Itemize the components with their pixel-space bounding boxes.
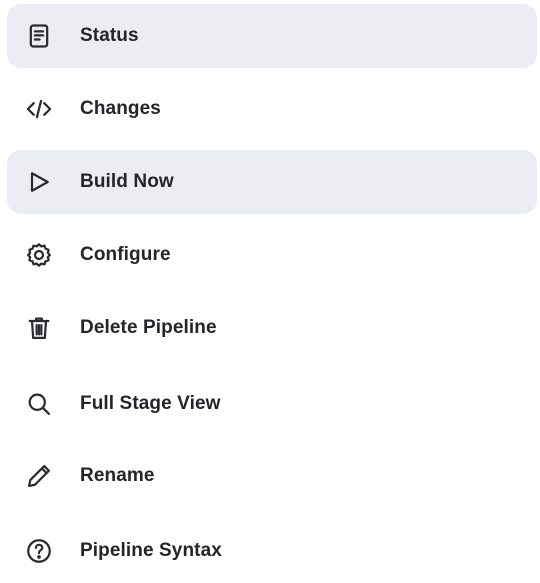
menu-item-full-stage-view[interactable]: Full Stage View <box>7 372 537 436</box>
menu-item-label: Changes <box>80 98 161 119</box>
menu-item-rename[interactable]: Rename <box>7 444 537 508</box>
pipeline-task-menu: Status Changes Build Now Configure Delet… <box>0 0 540 572</box>
menu-item-label: Rename <box>80 465 155 486</box>
menu-item-build-now[interactable]: Build Now <box>7 150 537 214</box>
trash-icon <box>23 312 55 344</box>
gear-icon <box>23 239 55 271</box>
search-icon <box>23 388 55 420</box>
menu-item-label: Status <box>80 25 139 46</box>
menu-item-pipeline-syntax[interactable]: Pipeline Syntax <box>7 519 537 583</box>
code-icon <box>23 93 55 125</box>
menu-item-status[interactable]: Status <box>7 4 537 68</box>
help-icon <box>23 535 55 567</box>
document-icon <box>23 20 55 52</box>
pencil-icon <box>23 460 55 492</box>
menu-item-label: Pipeline Syntax <box>80 540 222 561</box>
play-icon <box>23 166 55 198</box>
menu-item-configure[interactable]: Configure <box>7 223 537 287</box>
menu-item-label: Full Stage View <box>80 393 221 414</box>
menu-item-label: Build Now <box>80 171 174 192</box>
menu-item-label: Delete Pipeline <box>80 317 217 338</box>
menu-item-changes[interactable]: Changes <box>7 77 537 141</box>
menu-item-delete-pipeline[interactable]: Delete Pipeline <box>7 296 537 360</box>
menu-item-label: Configure <box>80 244 171 265</box>
